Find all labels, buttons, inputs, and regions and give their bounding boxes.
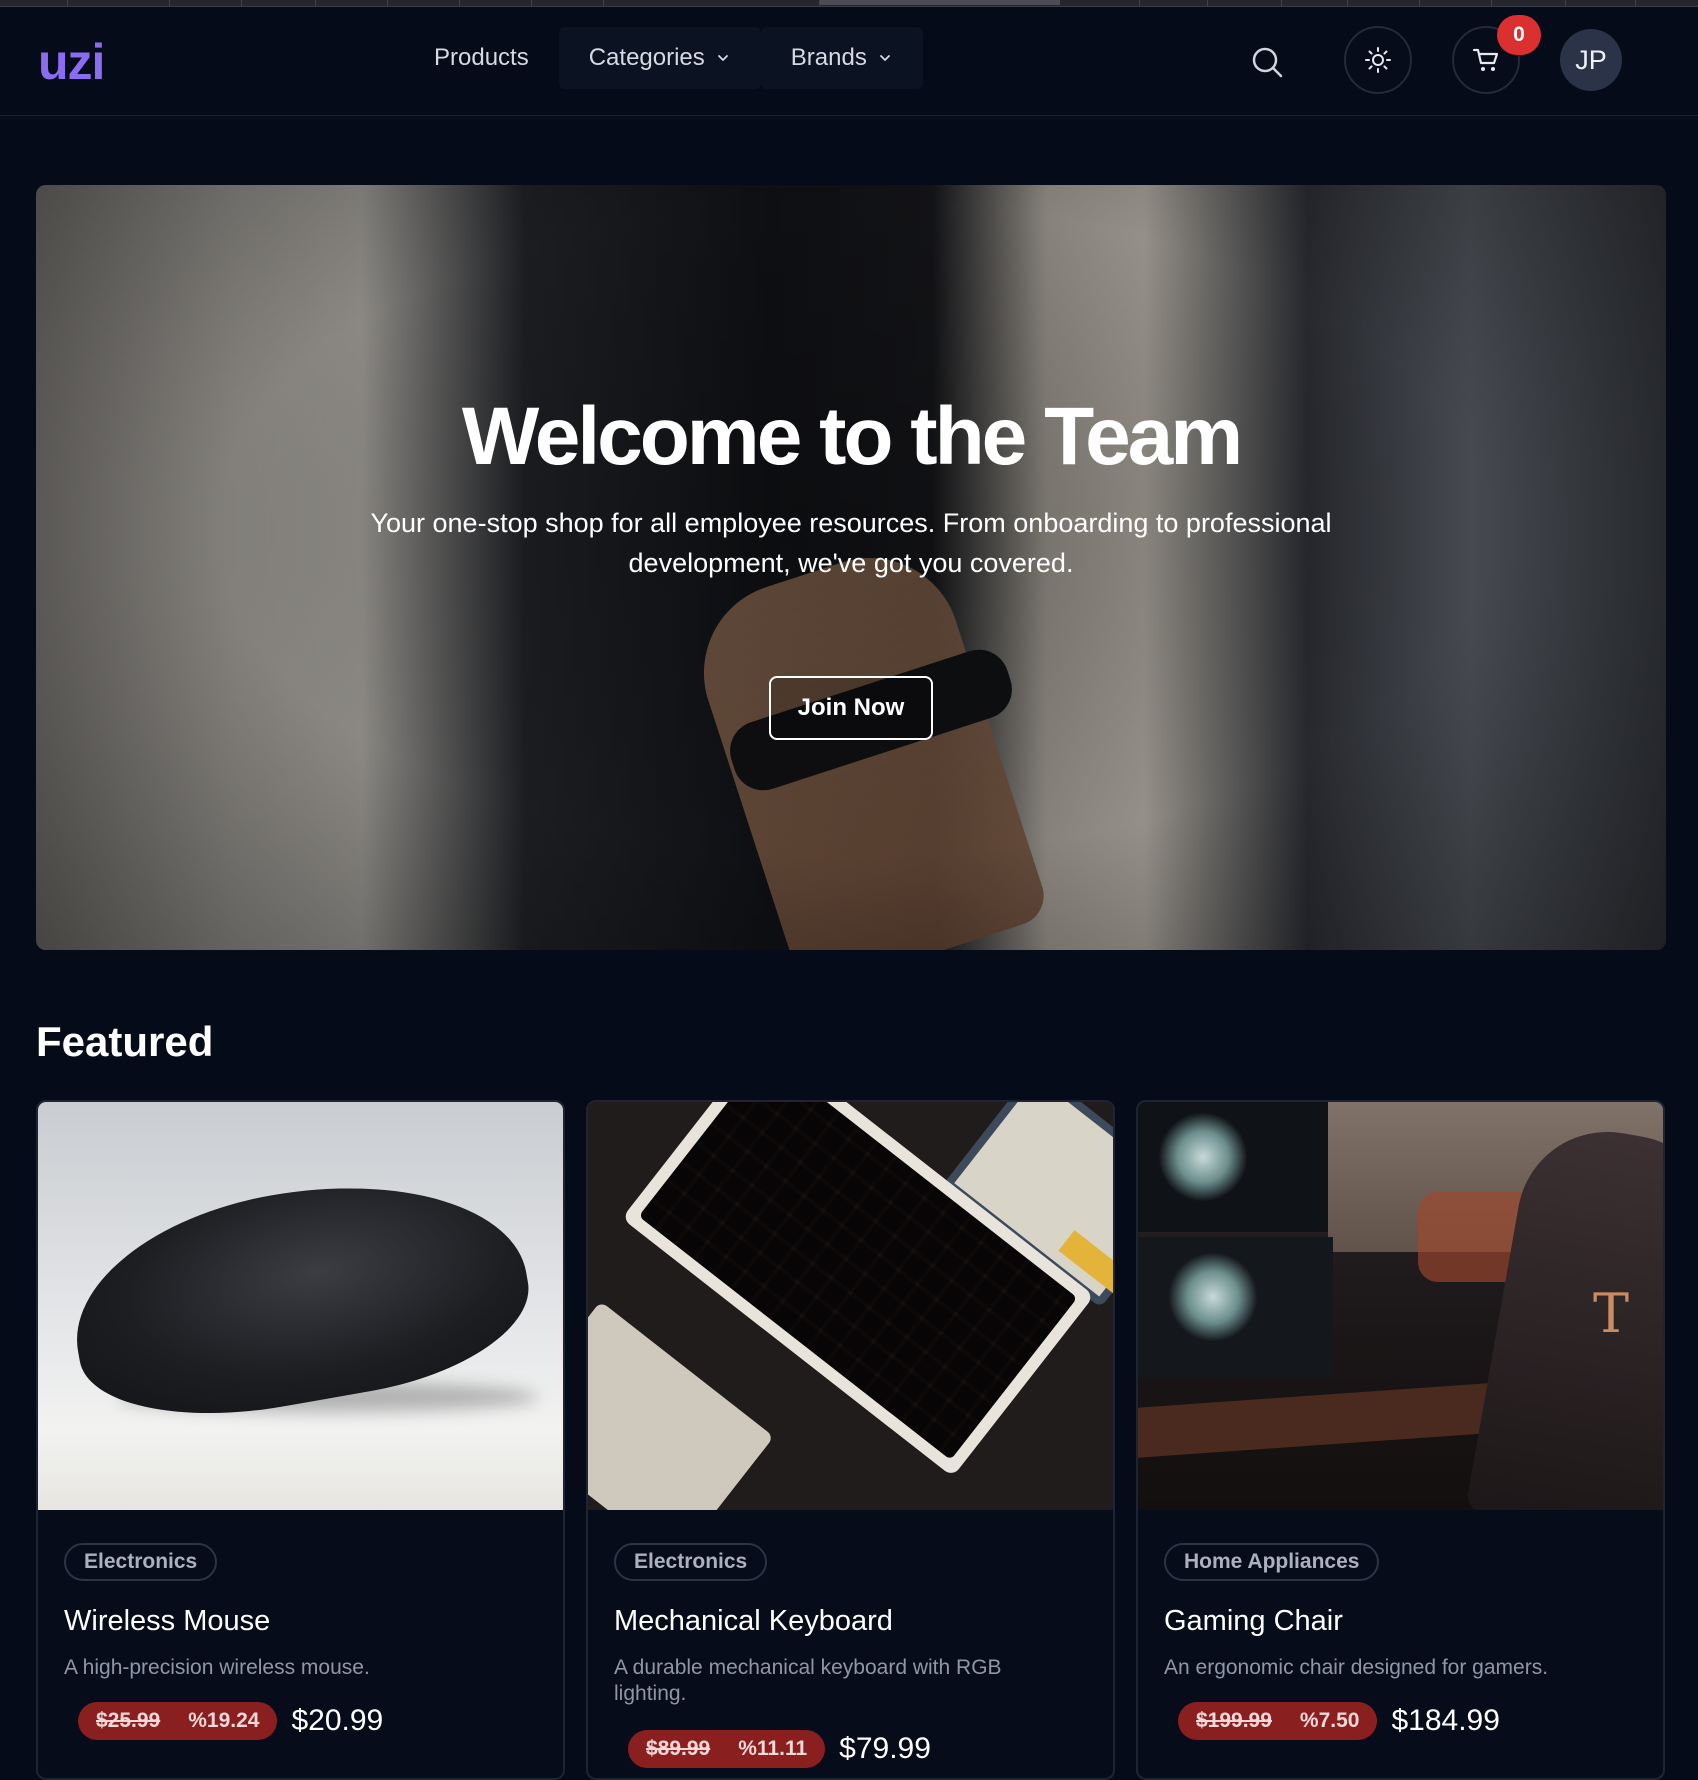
search-button[interactable] — [1248, 43, 1288, 83]
product-card-gaming-chair[interactable]: T Home Appliances Gaming Chair An ergono… — [1136, 1100, 1665, 1780]
product-name: Mechanical Keyboard — [614, 1605, 893, 1637]
sale-price: $79.99 — [839, 1732, 931, 1765]
product-image — [588, 1102, 1113, 1510]
discount-percent: %7.50 — [1299, 1709, 1360, 1732]
product-category-tag[interactable]: Home Appliances — [1164, 1543, 1380, 1581]
product-name: Wireless Mouse — [64, 1605, 271, 1637]
chevron-down-icon — [717, 55, 728, 61]
join-now-button[interactable]: Join Now — [769, 676, 933, 740]
brand-logo[interactable]: uzi — [38, 33, 105, 91]
nav-products[interactable]: Products — [404, 27, 559, 89]
nav-categories[interactable]: Categories — [558, 27, 761, 89]
product-name: Gaming Chair — [1164, 1605, 1343, 1637]
cart-icon — [1472, 48, 1499, 71]
discount-pill: $89.99 %11.11 — [628, 1730, 826, 1768]
discount-pill: $199.99 %7.50 — [1178, 1702, 1378, 1740]
original-price: $89.99 — [646, 1737, 711, 1760]
price-row: $89.99 %11.11 $79.99 — [628, 1730, 931, 1768]
product-image — [38, 1102, 563, 1510]
original-price: $199.99 — [1196, 1709, 1272, 1732]
hero-title: Welcome to the Team — [461, 391, 1243, 482]
discount-percent: %11.11 — [738, 1737, 808, 1760]
theme-toggle-button[interactable] — [1344, 26, 1412, 94]
nav-products-label: Products — [434, 44, 529, 71]
product-card-mechanical-keyboard[interactable]: Electronics Mechanical Keyboard A durabl… — [586, 1100, 1115, 1780]
hero-banner: Welcome to the Team Your one-stop shop f… — [36, 185, 1666, 950]
price-row: $199.99 %7.50 $184.99 — [1178, 1702, 1500, 1740]
nav-categories-label: Categories — [588, 44, 705, 71]
product-image: T — [1138, 1102, 1663, 1510]
discount-percent: %19.24 — [188, 1709, 260, 1732]
price-row: $25.99 %19.24 $20.99 — [78, 1702, 383, 1740]
nav-brands-label: Brands — [790, 44, 867, 71]
site-header: uzi Products Categories Brands 0 JP — [0, 7, 1698, 116]
product-description: A high-precision wireless mouse. — [64, 1656, 370, 1679]
discount-pill: $25.99 %19.24 — [78, 1702, 278, 1740]
featured-heading: Featured — [36, 1018, 214, 1065]
product-description: A durable mechanical keyboard with RGB l… — [614, 1656, 1002, 1705]
original-price: $25.99 — [96, 1709, 161, 1732]
main-nav: Products Categories Brands — [404, 27, 923, 89]
user-avatar[interactable]: JP — [1560, 29, 1622, 91]
product-category-tag[interactable]: Electronics — [64, 1543, 218, 1581]
sun-icon — [1365, 47, 1391, 73]
product-category-tag[interactable]: Electronics — [614, 1543, 768, 1581]
product-card-wireless-mouse[interactable]: Electronics Wireless Mouse A high-precis… — [36, 1100, 565, 1780]
product-description: An ergonomic chair designed for gamers. — [1164, 1656, 1549, 1679]
sale-price: $184.99 — [1391, 1704, 1500, 1737]
sale-price: $20.99 — [291, 1704, 384, 1737]
cart-count-badge: 0 — [1497, 15, 1541, 55]
chevron-down-icon — [879, 55, 890, 61]
nav-brands[interactable]: Brands — [760, 27, 923, 89]
browser-tab-strip — [0, 0, 1698, 7]
search-icon — [1252, 47, 1283, 78]
hero-subtitle: Your one-stop shop for all employee reso… — [370, 508, 1332, 578]
